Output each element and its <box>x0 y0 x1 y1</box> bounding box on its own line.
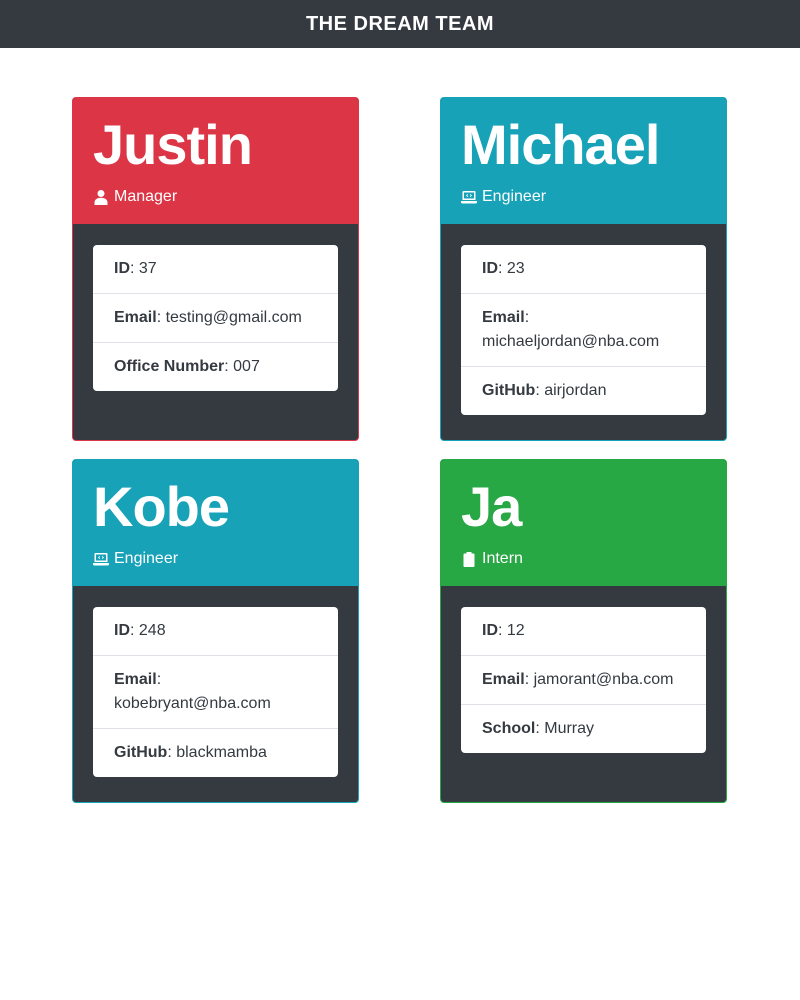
list-item-id: ID: 248 <box>93 607 338 656</box>
role-label: Engineer <box>114 550 179 567</box>
list-item-github: GitHub: blackmamba <box>114 744 267 761</box>
employee-card-kobe: Kobe Engineer ID: 248 Email: kobebryant@n… <box>72 459 359 803</box>
card-header: Justin Manager <box>73 98 358 224</box>
laptop-code-icon <box>461 191 477 204</box>
email-link[interactable]: kobebryant@nba.com <box>114 695 271 712</box>
clipboard-icon <box>463 552 475 567</box>
list-item-school: School: Murray <box>482 720 595 737</box>
list-item-email: Email: kobebryant@nba.com <box>93 656 338 729</box>
employee-role: Engineer <box>93 550 178 568</box>
employee-name: Ja <box>461 475 522 538</box>
employee-role: Manager <box>93 188 177 206</box>
employee-card-ja: Ja Intern ID: 12 Email: jamorant@nba.com… <box>440 459 727 803</box>
list-item-id: ID: 23 <box>461 245 706 294</box>
employee-role: Intern <box>461 550 523 568</box>
info-list: ID: 12 Email: jamorant@nba.com School: M… <box>461 607 706 753</box>
page-title: THE DREAM TEAM <box>305 12 495 35</box>
github-link[interactable]: airjordan <box>544 382 606 399</box>
laptop-code-icon <box>93 553 109 566</box>
card-header: Ja Intern <box>441 460 726 586</box>
email-link[interactable]: testing@gmail.com <box>166 309 302 326</box>
email-link[interactable]: jamorant@nba.com <box>534 671 674 688</box>
list-item-github: GitHub: airjordan <box>482 382 607 399</box>
employee-role: Engineer <box>461 188 546 206</box>
employee-card-michael: Michael Engineer ID: 23 Email: michaeljor… <box>440 97 727 441</box>
role-label: Engineer <box>482 188 547 205</box>
list-item-office-number: Office Number: 007 <box>114 358 260 375</box>
top-navbar: THE DREAM TEAM <box>0 0 800 48</box>
manager-icon <box>94 190 108 205</box>
list-item-id: ID: 12 <box>461 607 706 656</box>
github-link[interactable]: blackmamba <box>176 744 267 761</box>
info-list: ID: 23 Email: michaeljordan@nba.com GitHu… <box>461 245 706 415</box>
role-label: Intern <box>482 550 523 567</box>
employee-card-justin: Justin Manager ID: 37 Email: testing@gma… <box>72 97 359 441</box>
employee-name: Kobe <box>93 475 230 538</box>
info-list: ID: 37 Email: testing@gmail.com Office N… <box>93 245 338 391</box>
list-item-email: Email: testing@gmail.com <box>93 294 338 343</box>
email-link[interactable]: michaeljordan@nba.com <box>482 333 659 350</box>
card-header: Kobe Engineer <box>73 460 358 586</box>
card-header: Michael Engineer <box>441 98 726 224</box>
employee-name: Justin <box>93 113 253 176</box>
info-list: ID: 248 Email: kobebryant@nba.com GitHub:… <box>93 607 338 777</box>
role-label: Manager <box>114 188 178 205</box>
list-item-email: Email: michaeljordan@nba.com <box>461 294 706 367</box>
list-item-id: ID: 37 <box>93 245 338 294</box>
employee-name: Michael <box>461 113 660 176</box>
list-item-email: Email: jamorant@nba.com <box>461 656 706 705</box>
